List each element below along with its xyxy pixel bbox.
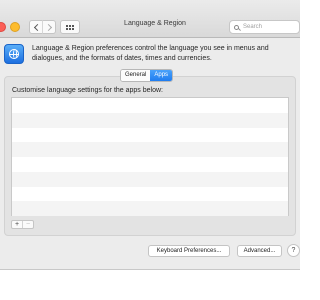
search-icon: [234, 24, 239, 30]
add-remove-control: + −: [11, 220, 34, 229]
list-item[interactable]: [12, 98, 288, 113]
toolbar: Language & Region Search: [0, 0, 300, 38]
show-all-button[interactable]: [60, 20, 80, 34]
search-field[interactable]: Search: [229, 20, 300, 34]
list-item[interactable]: [12, 201, 288, 216]
list-item[interactable]: [12, 127, 288, 143]
add-app-button[interactable]: +: [12, 221, 22, 228]
apps-list[interactable]: [11, 97, 289, 216]
tab-general[interactable]: General: [121, 70, 151, 81]
minimize-window-button[interactable]: [10, 22, 20, 32]
list-item[interactable]: [12, 112, 288, 128]
apps-list-label: Customise language settings for the apps…: [12, 87, 163, 94]
pane-description: Language & Region preferences control th…: [32, 45, 269, 62]
tab-apps[interactable]: Apps: [150, 70, 173, 81]
grid-icon: [66, 24, 74, 30]
list-item[interactable]: [12, 142, 288, 157]
chevron-left-icon: [33, 23, 41, 31]
back-button[interactable]: [29, 20, 43, 34]
list-item[interactable]: [12, 171, 288, 187]
window-title: Language & Region: [124, 20, 186, 27]
help-button[interactable]: ?: [287, 244, 300, 257]
tab-bar: General Apps: [120, 69, 174, 82]
close-window-button[interactable]: [0, 22, 6, 32]
preferences-window: Language & Region Search Language & Regi…: [0, 0, 300, 270]
advanced-button[interactable]: Advanced...: [237, 245, 282, 257]
list-item[interactable]: [12, 186, 288, 202]
globe-icon: [4, 44, 24, 64]
forward-button[interactable]: [42, 20, 56, 34]
remove-app-button[interactable]: −: [22, 221, 33, 228]
chevron-right-icon: [44, 23, 52, 31]
keyboard-preferences-button[interactable]: Keyboard Preferences...: [148, 245, 230, 257]
list-item[interactable]: [12, 157, 288, 172]
search-placeholder: Search: [243, 24, 263, 30]
